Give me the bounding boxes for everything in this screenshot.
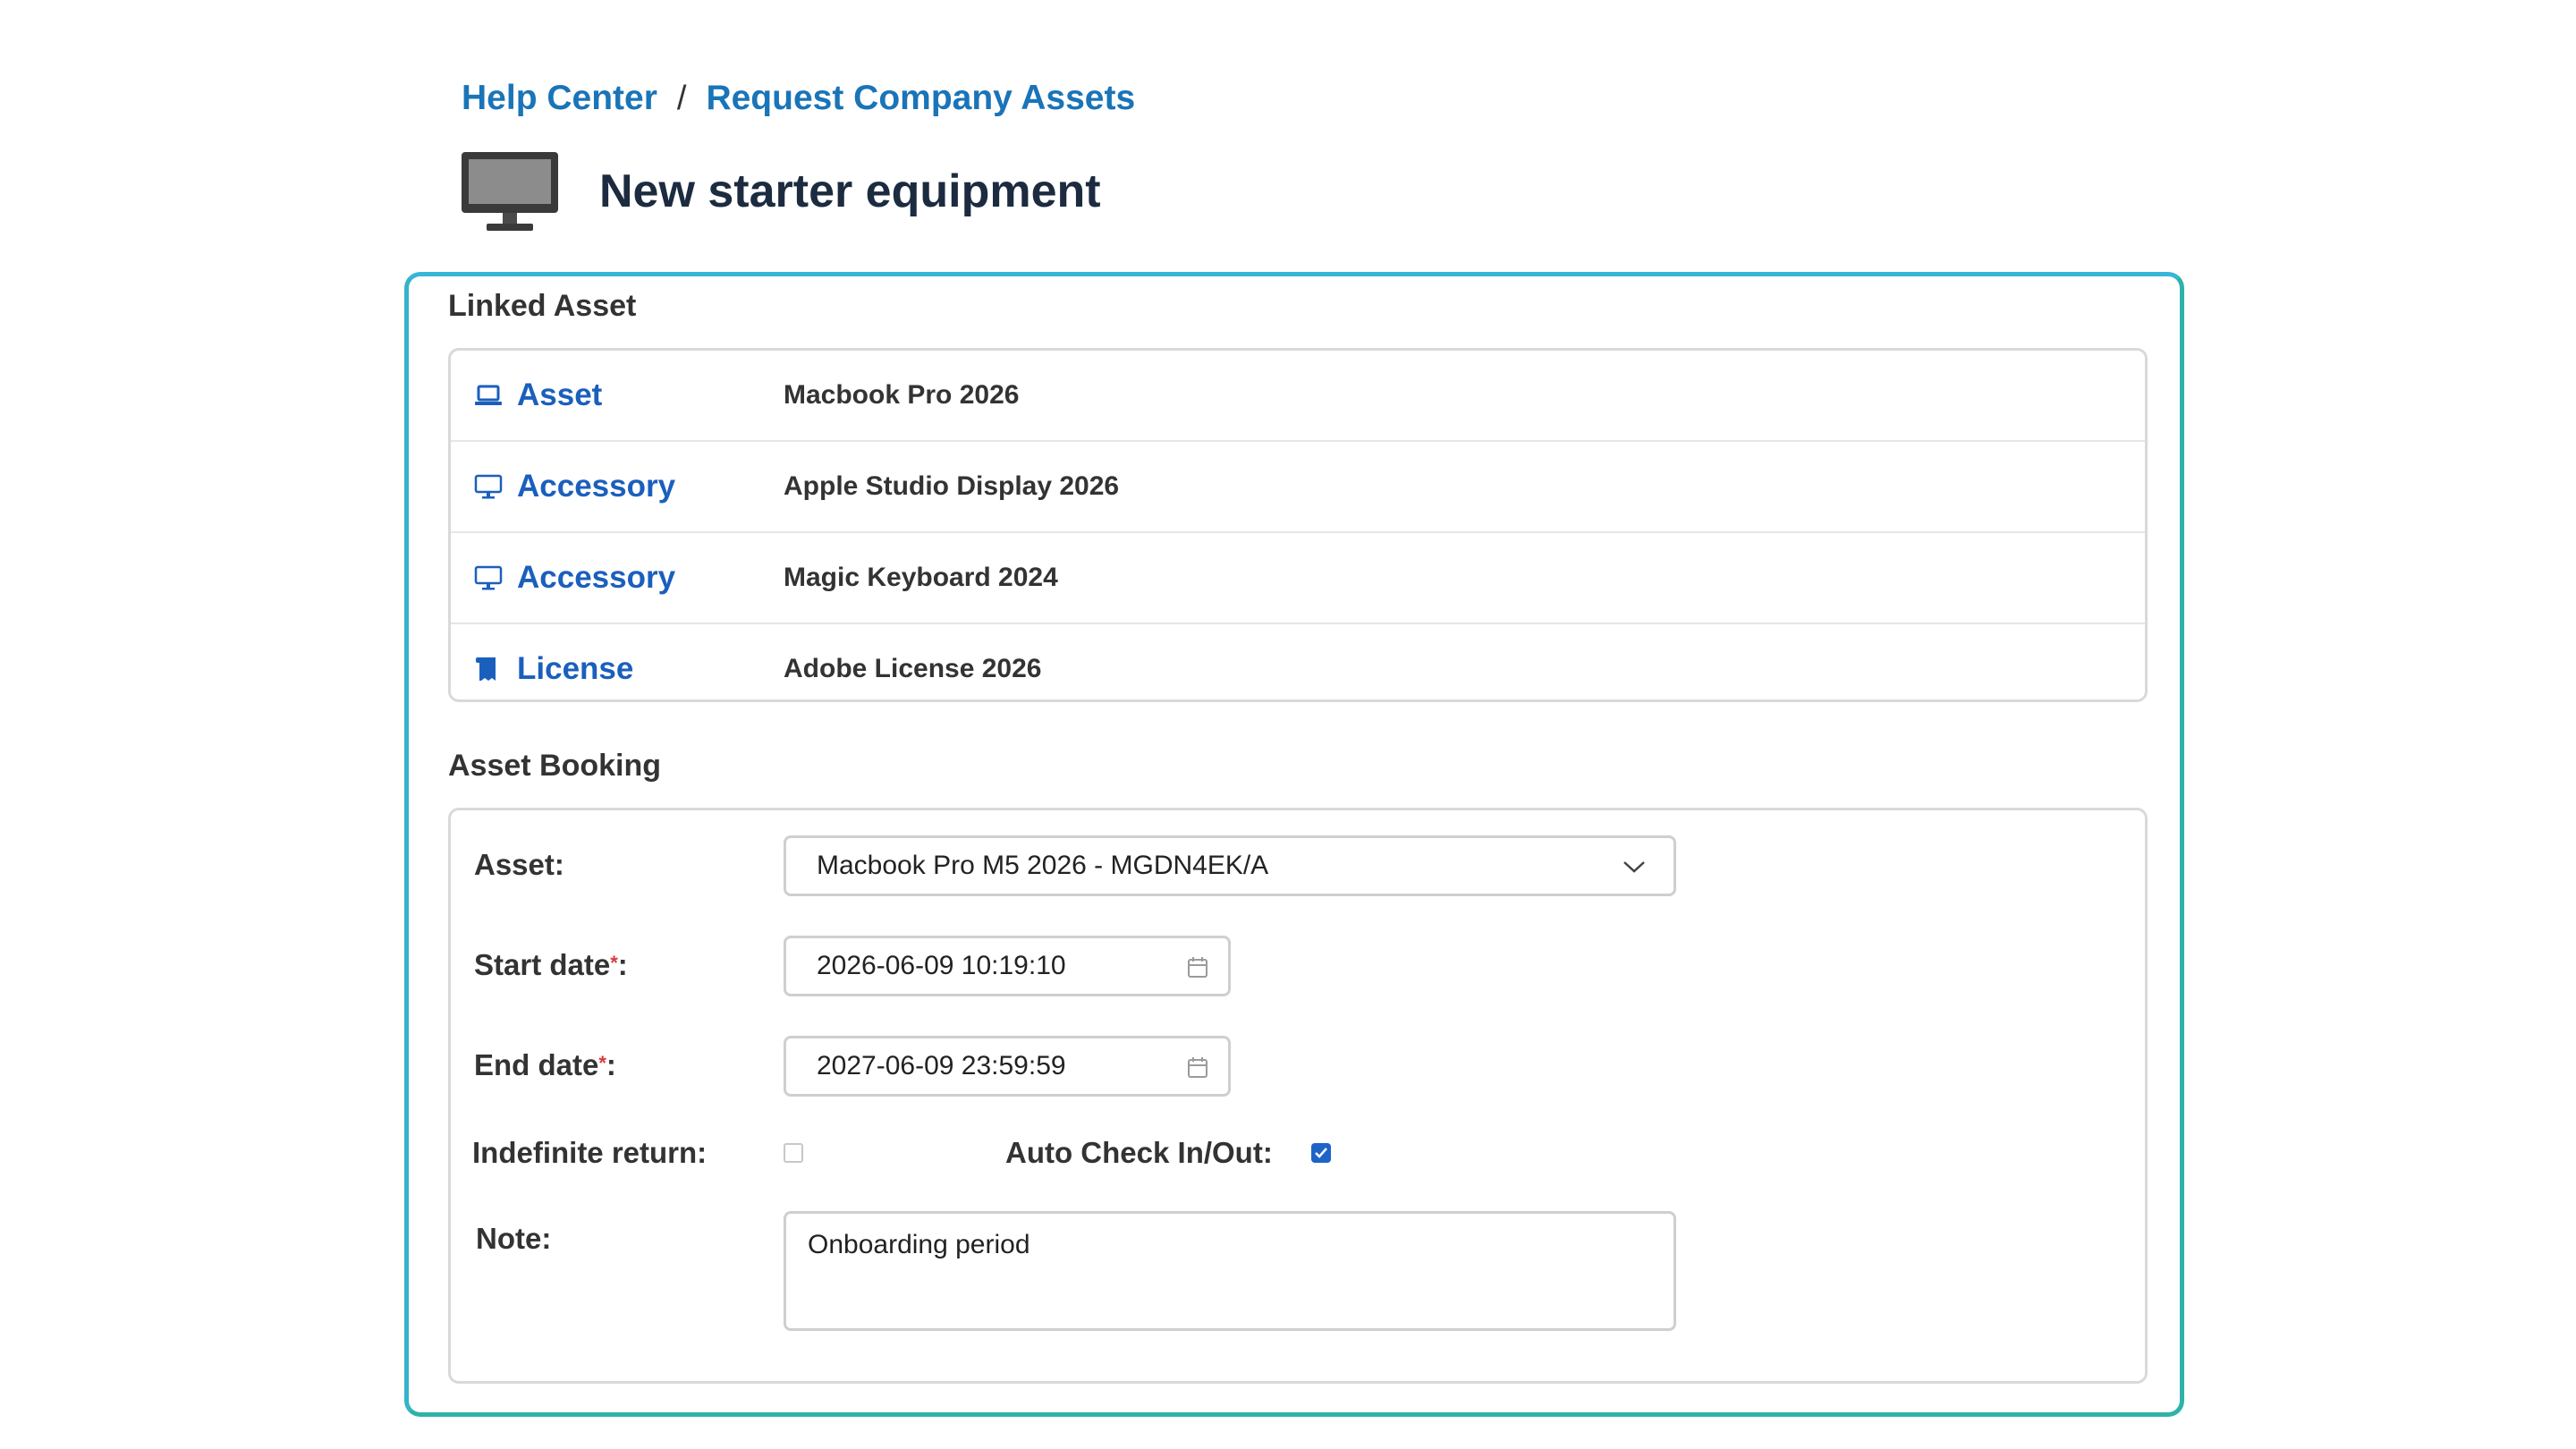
end-date-input[interactable]: 2027-06-09 23:59:59 <box>784 1036 1231 1097</box>
note-label: Note: <box>476 1222 552 1255</box>
license-icon <box>476 657 496 681</box>
linked-type: Accessory <box>474 469 675 504</box>
breadcrumb-help-center[interactable]: Help Center <box>462 79 657 118</box>
linked-asset-heading: Linked Asset <box>448 289 637 323</box>
monitor-icon <box>474 565 503 590</box>
linked-type-link[interactable]: Asset <box>517 377 602 413</box>
linked-type: Accessory <box>474 560 675 596</box>
start-date-label: Start date*: <box>474 948 628 981</box>
list-item: Asset Macbook Pro 2026 <box>451 351 2145 442</box>
linked-asset-list: Asset Macbook Pro 2026 Accessory Apple S… <box>448 348 2148 702</box>
linked-type: Asset <box>474 377 602 413</box>
linked-asset-name: Macbook Pro 2026 <box>784 380 1020 410</box>
end-date-label: End date*: <box>474 1048 616 1081</box>
title-row: New starter equipment <box>460 150 1101 233</box>
breadcrumb-request-company-assets[interactable]: Request Company Assets <box>706 79 1135 118</box>
list-item: Accessory Apple Studio Display 2026 <box>451 442 2145 533</box>
linked-type-link[interactable]: License <box>517 651 633 687</box>
calendar-icon[interactable] <box>1187 956 1208 979</box>
note-value: Onboarding period <box>808 1230 1030 1259</box>
asset-select[interactable]: Macbook Pro M5 2026 - MGDN4EK/A <box>784 835 1676 896</box>
linked-type: License <box>474 651 633 687</box>
list-item: Accessory Magic Keyboard 2024 <box>451 533 2145 624</box>
page: Help Center / Request Company Assets New… <box>0 0 2576 1449</box>
linked-asset-name: Apple Studio Display 2026 <box>784 471 1120 501</box>
note-textarea[interactable]: Onboarding period <box>784 1211 1676 1331</box>
start-date-value: 2026-06-09 10:19:10 <box>817 951 1066 980</box>
start-date-input[interactable]: 2026-06-09 10:19:10 <box>784 936 1231 996</box>
breadcrumb: Help Center / Request Company Assets <box>462 73 1135 123</box>
auto-check-label: Auto Check In/Out: <box>1005 1136 1273 1169</box>
monitor-icon <box>462 152 558 231</box>
auto-check-checkbox[interactable] <box>1311 1143 1331 1163</box>
linked-type-link[interactable]: Accessory <box>517 560 675 596</box>
monitor-icon <box>474 474 503 499</box>
page-title: New starter equipment <box>599 165 1101 217</box>
calendar-icon[interactable] <box>1187 1056 1208 1080</box>
asset-label: Asset: <box>474 848 564 881</box>
asset-booking-heading: Asset Booking <box>448 749 662 783</box>
linked-asset-name: Magic Keyboard 2024 <box>784 563 1058 592</box>
breadcrumb-separator: / <box>676 79 687 117</box>
linked-asset-name: Adobe License 2026 <box>784 654 1042 683</box>
linked-type-link[interactable]: Accessory <box>517 469 675 504</box>
asset-booking-form: Asset: Macbook Pro M5 2026 - MGDN4EK/A S… <box>448 808 2148 1384</box>
request-card: Linked Asset Asset Macbook Pro 2026 Acce… <box>404 272 2184 1417</box>
checkmark-icon <box>1315 1148 1327 1158</box>
required-mark: * <box>610 952 618 974</box>
laptop-icon <box>475 385 502 405</box>
asset-select-value: Macbook Pro M5 2026 - MGDN4EK/A <box>817 851 1269 880</box>
indefinite-return-checkbox[interactable] <box>784 1143 803 1163</box>
required-mark: * <box>598 1052 606 1074</box>
chevron-down-icon <box>1623 861 1645 873</box>
list-item: License Adobe License 2026 <box>451 624 2145 714</box>
indefinite-return-label: Indefinite return: <box>472 1136 708 1169</box>
end-date-value: 2027-06-09 23:59:59 <box>817 1051 1066 1080</box>
